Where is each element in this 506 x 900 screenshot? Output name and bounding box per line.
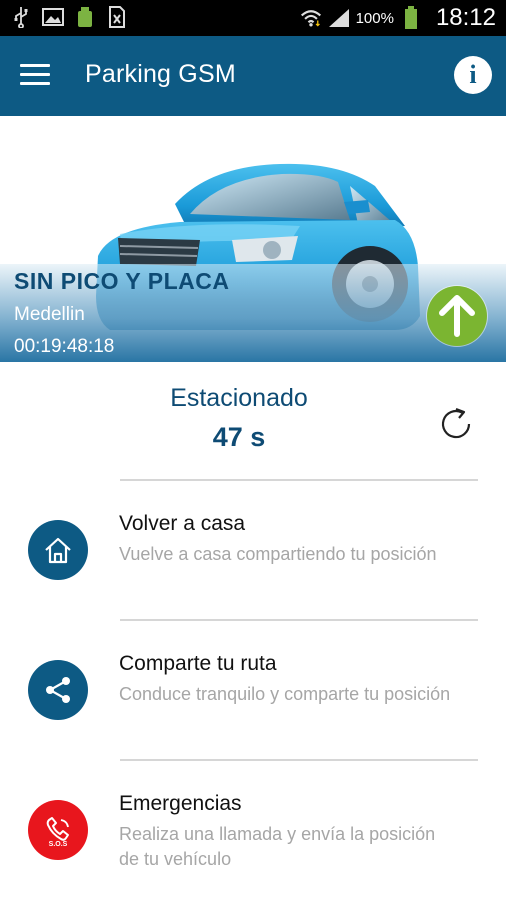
refresh-icon[interactable] bbox=[434, 402, 478, 446]
sos-badge: S.O.S bbox=[48, 841, 68, 848]
menu-item-subtitle: Conduce tranquilo y comparte tu posición bbox=[119, 684, 451, 704]
signal-icon bbox=[328, 7, 350, 29]
sos-phone-icon: S.O.S bbox=[28, 800, 88, 860]
menu-item-volver-a-casa[interactable]: Volver a casa Vuelve a casa compartiendo… bbox=[0, 480, 506, 600]
menu-item-title: Comparte tu ruta bbox=[119, 652, 277, 675]
share-icon bbox=[28, 660, 88, 720]
hamburger-menu-icon[interactable] bbox=[20, 58, 60, 94]
clock: 18:12 bbox=[435, 4, 496, 31]
usb-icon bbox=[10, 6, 32, 28]
parking-status: Estacionado 47 s bbox=[0, 362, 506, 480]
wifi-icon bbox=[300, 7, 322, 29]
parking-time: 47 s bbox=[212, 422, 266, 452]
menu-item-subtitle: Realiza una llamada y envía la posición … bbox=[119, 824, 436, 869]
app-title: Parking GSM bbox=[85, 60, 236, 88]
notification-icons bbox=[10, 6, 128, 28]
menu-item-title: Volver a casa bbox=[119, 512, 246, 535]
elapsed-timer: 00:19:48:18 bbox=[14, 336, 115, 357]
car-banner: SIN PICO Y PLACA Medellin 00:19:48:18 bbox=[0, 116, 506, 362]
city-label: Medellin bbox=[14, 304, 85, 325]
sim-icon bbox=[106, 6, 128, 28]
android-icon bbox=[74, 6, 96, 28]
app-bar: Parking GSM i bbox=[0, 36, 506, 116]
status-bar: 100% 18:12 bbox=[0, 0, 506, 36]
pico-y-placa-status: SIN PICO Y PLACA bbox=[14, 268, 230, 294]
image-icon bbox=[42, 6, 64, 28]
home-icon bbox=[28, 520, 88, 580]
menu-item-emergencias[interactable]: S.O.S Emergencias Realiza una llamada y … bbox=[0, 760, 506, 880]
menu-item-subtitle: Vuelve a casa compartiendo tu posición bbox=[119, 544, 437, 564]
menu-item-title: Emergencias bbox=[119, 792, 242, 815]
arrow-up-icon[interactable] bbox=[427, 286, 487, 346]
info-icon[interactable]: i bbox=[454, 56, 492, 94]
menu-item-comparte-tu-ruta[interactable]: Comparte tu ruta Conduce tranquilo y com… bbox=[0, 620, 506, 740]
battery-percent: 100% bbox=[355, 9, 394, 27]
battery-icon bbox=[400, 6, 422, 29]
parking-status-label: Estacionado bbox=[170, 384, 308, 412]
